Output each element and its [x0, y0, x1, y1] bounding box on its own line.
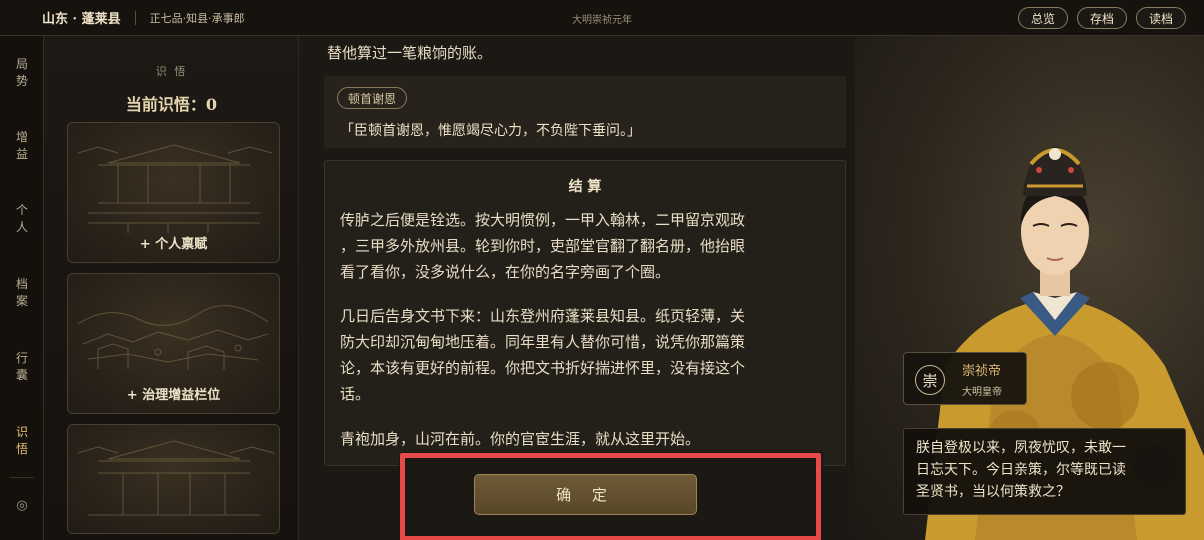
load-button[interactable]: 读档	[1135, 7, 1186, 29]
rank-label: 正七品·知县·承事郎	[149, 11, 245, 25]
settlement-paragraph: 传胪之后便是铨选。按大明惯例，一甲入翰林，二甲留京观政 ，三甲多外放州县。轮到你…	[340, 207, 832, 285]
insight-card-gate[interactable]	[67, 424, 280, 534]
highlight-box	[400, 453, 821, 540]
side-nav: 局 势 增 益 个 人 档 案 行 囊 识 悟 ◎	[0, 36, 44, 540]
speech-line: 朕自登极以来，夙夜忧叹，未敢一	[916, 440, 1126, 456]
header-buttons: 总览 存档 读档	[1017, 7, 1186, 29]
text-line: 话。	[340, 385, 371, 403]
prev-text-line: 替他算过一笔粮饷的账。	[327, 44, 493, 62]
nav-char: 个	[15, 203, 28, 217]
nav-item-buffs[interactable]: 增 益	[0, 129, 44, 163]
nav-char: 益	[15, 147, 28, 161]
text-line: 传胪之后便是铨选。按大明惯例，一甲入翰林，二甲留京观政	[340, 211, 746, 229]
overview-button[interactable]: 总览	[1017, 7, 1068, 29]
nav-char: 势	[15, 74, 28, 88]
nav-char: 人	[15, 220, 28, 234]
nav-char: 识	[15, 425, 28, 439]
choice-quote-box: 顿首谢恩 「臣顿首谢恩，惟愿竭尽心力，不负陛下垂问。」	[324, 76, 846, 148]
text-line: 青袍加身，山河在前。你的官宦生涯，就从这里开始。	[340, 430, 701, 448]
nav-char: 档	[15, 277, 28, 291]
speaker-card: 崇 崇祯帝 大明皇帝	[903, 352, 1027, 405]
text-line: 几日后告身文书下来：山东登州府蓬莱县知县。纸页轻薄，关	[340, 307, 746, 325]
nav-char: 悟	[15, 442, 28, 456]
text-line: 防大印却沉甸甸地压着。同年里有人替你可惜，说凭你那篇策	[340, 333, 746, 351]
nav-char: 局	[15, 57, 28, 71]
header-divider	[134, 10, 136, 25]
location-label: 山东 · 蓬莱县	[42, 12, 121, 27]
insight-card-talent[interactable]: + 个人禀赋	[67, 122, 280, 263]
speaker-name: 崇祯帝	[962, 364, 1002, 379]
text-line: 看了看你，没多说什么，在你的名字旁画了个圈。	[340, 263, 671, 281]
insight-panel: 识 悟 当前识悟：0 + 个人禀赋 + 治理增益栏位	[44, 36, 299, 540]
palace-gate-icon	[77, 440, 275, 516]
nav-item-situation[interactable]: 局 势	[0, 56, 44, 90]
speech-line: 日忘天下。今日亲策，尔等既已读	[916, 462, 1126, 478]
nav-char: 行	[15, 351, 28, 365]
choice-quote-text: 「臣顿首谢恩，惟愿竭尽心力，不负陛下垂问。」	[340, 123, 641, 139]
panel-title: 当前识悟：0	[125, 95, 218, 114]
nav-item-inventory[interactable]: 行 囊	[0, 350, 44, 384]
settlement-paragraph: 青袍加身，山河在前。你的官宦生涯，就从这里开始。	[340, 426, 832, 452]
text-line: 论，本该有更好的前程。你把文书折好揣进怀里，没有接这个	[340, 359, 746, 377]
nav-char: 增	[15, 130, 28, 144]
nav-char: 囊	[15, 368, 28, 382]
nav-item-archive[interactable]: 档 案	[0, 276, 44, 310]
settlement-box: 结 算 传胪之后便是铨选。按大明惯例，一甲入翰林，二甲留京观政 ，三甲多外放州县…	[324, 160, 846, 466]
top-bar: 山东 · 蓬莱县 正七品·知县·承事郎 大明崇祯元年 总览 存档 读档	[0, 0, 1204, 36]
event-panel: 替他算过一笔粮饷的账。 顿首谢恩 「臣顿首谢恩，惟愿竭尽心力，不负陛下垂问。」 …	[299, 36, 855, 540]
panel-subtitle: 识 悟	[155, 65, 188, 78]
settlement-title: 结 算	[568, 179, 602, 195]
settlement-paragraph: 几日后告身文书下来：山东登州府蓬莱县知县。纸页轻薄，关 防大印却沉甸甸地压着。同…	[340, 303, 832, 407]
card-label: + 个人禀赋	[139, 237, 208, 252]
insight-card-governance-slot[interactable]: + 治理增益栏位	[67, 273, 280, 414]
speech-line: 圣贤书，当以何策救之？	[916, 484, 1070, 500]
text-line: ，三甲多外放州县。轮到你时，吏部堂官翻了翻名册，他抬眼	[340, 237, 746, 255]
speech-bubble: 朕自登极以来，夙夜忧叹，未敢一 日忘天下。今日亲策，尔等既已读 圣贤书，当以何策…	[903, 428, 1186, 515]
nav-item-insight[interactable]: 识 悟	[0, 424, 44, 458]
nav-char: 案	[15, 294, 28, 308]
save-button[interactable]: 存档	[1076, 7, 1127, 29]
card-label: + 治理增益栏位	[126, 388, 221, 403]
nav-divider	[10, 477, 34, 478]
target-icon[interactable]: ◎	[0, 498, 44, 513]
speaker-title: 大明皇帝	[962, 387, 1002, 398]
choice-tag: 顿首谢恩	[337, 87, 408, 109]
seal-icon: 崇	[915, 365, 945, 395]
nav-item-personal[interactable]: 个 人	[0, 202, 44, 236]
